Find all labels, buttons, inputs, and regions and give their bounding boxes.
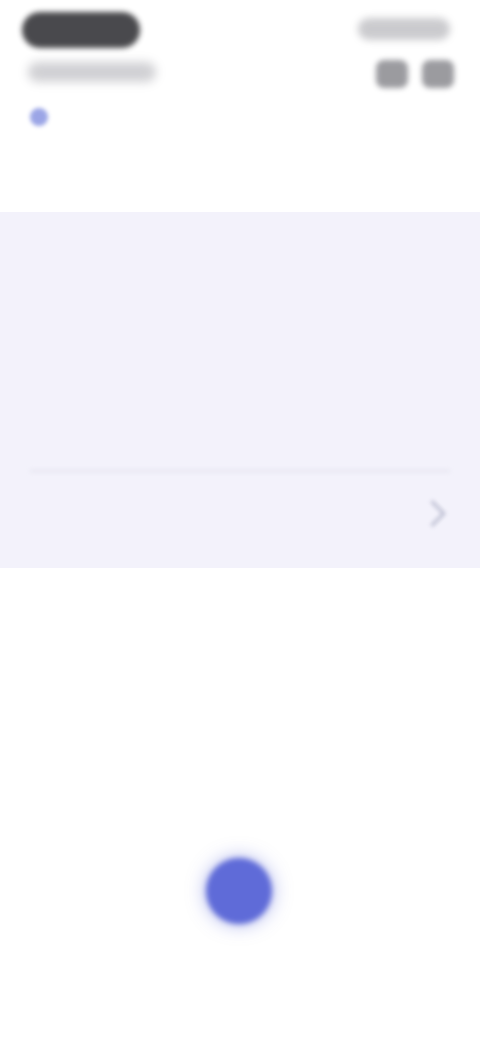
toolbar-action-icon-1[interactable] <box>376 60 408 88</box>
chevron-right-icon[interactable] <box>419 500 446 527</box>
toolbar-action-icon-2[interactable] <box>422 60 454 88</box>
status-pill <box>22 12 140 48</box>
info-card <box>0 212 480 568</box>
app-title <box>28 62 156 82</box>
back-icon[interactable] <box>30 108 48 126</box>
primary-action-button[interactable] <box>206 858 272 924</box>
status-indicators <box>358 18 450 40</box>
breadcrumb <box>28 166 34 184</box>
toolbar <box>376 60 454 88</box>
card-divider <box>30 470 450 472</box>
